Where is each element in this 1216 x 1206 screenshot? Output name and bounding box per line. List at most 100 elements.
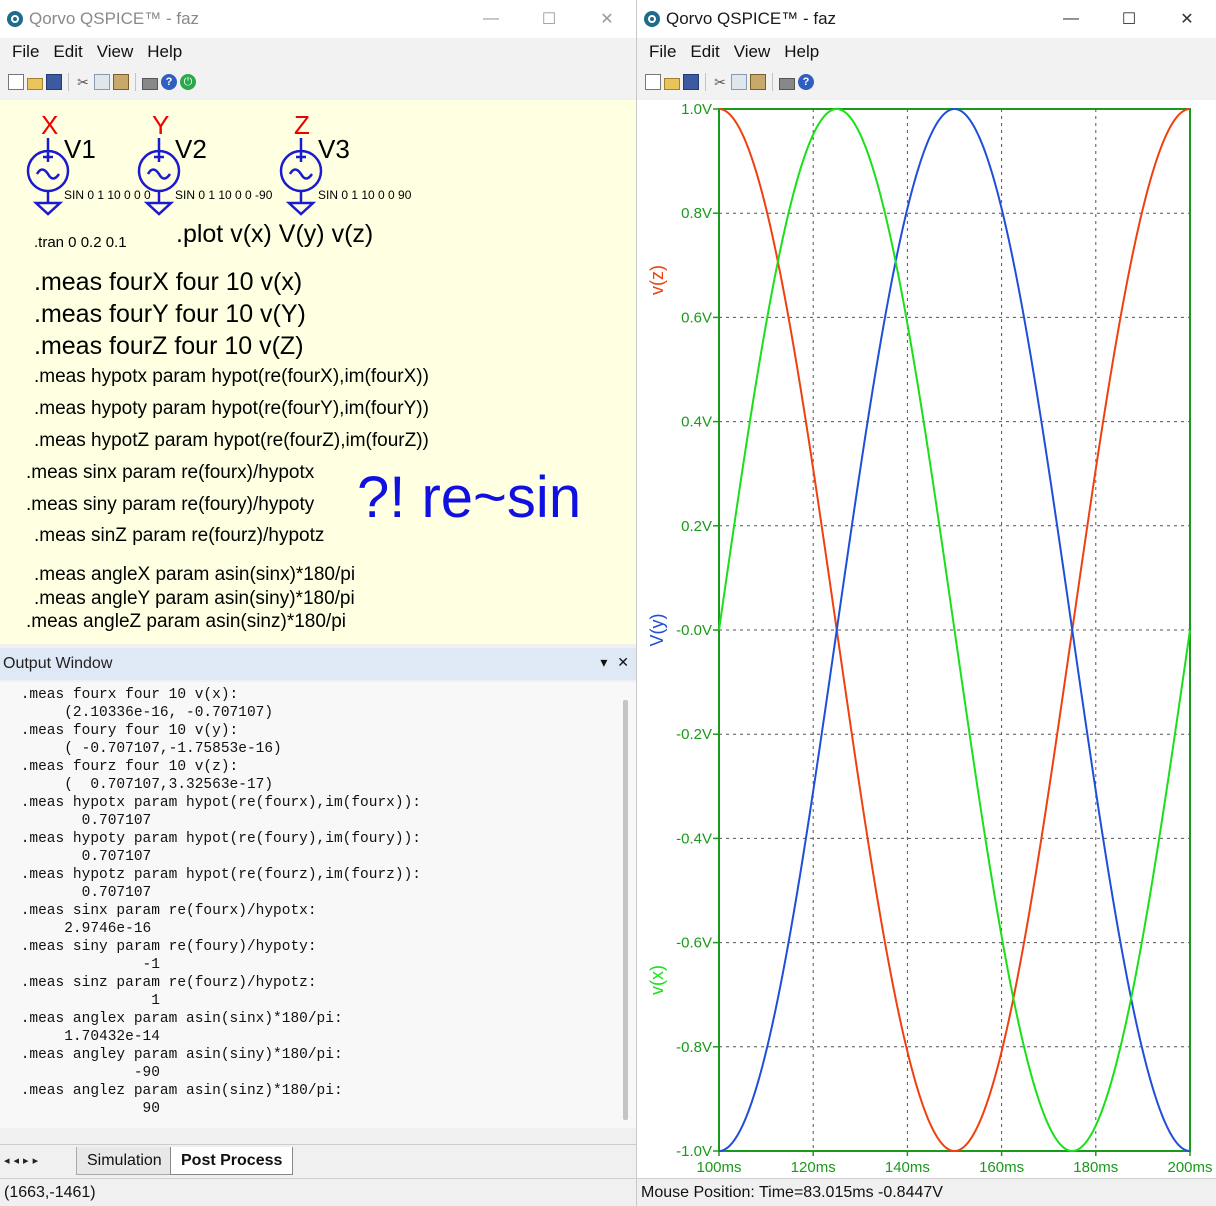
series-label: v(z) bbox=[647, 265, 667, 295]
cut-icon[interactable]: ✂ bbox=[75, 74, 91, 90]
y-tick-label: 0.8V bbox=[681, 205, 712, 222]
x-tick-label: 100ms bbox=[696, 1159, 741, 1176]
run-icon[interactable]: ⏻ bbox=[180, 74, 196, 90]
save-icon[interactable] bbox=[46, 74, 62, 90]
status-bar: (1663,-1461) bbox=[0, 1178, 636, 1206]
horizontal-scrollbar[interactable] bbox=[0, 1128, 636, 1142]
annotation-note[interactable]: ?! re~sin bbox=[357, 464, 581, 531]
print-icon[interactable] bbox=[779, 77, 795, 90]
minimize-button[interactable]: — bbox=[1042, 0, 1100, 38]
source-params-v2[interactable]: SIN 0 1 10 0 0 -90 bbox=[175, 188, 272, 202]
schematic-canvas[interactable]: X Y Z V1 V2 V3 SIN 0 1 10 0 0 0 SIN 0 1 … bbox=[0, 100, 636, 644]
menu-file[interactable]: File bbox=[637, 42, 683, 62]
qspice-logo-icon bbox=[644, 11, 660, 27]
paste-icon[interactable] bbox=[750, 74, 766, 90]
y-tick-label: -0.2V bbox=[676, 726, 712, 743]
source-params-v3[interactable]: SIN 0 1 10 0 0 90 bbox=[318, 188, 411, 202]
meas-hypotx[interactable]: .meas hypotx param hypot(re(fourX),im(fo… bbox=[34, 366, 429, 388]
vertical-scrollbar[interactable] bbox=[623, 700, 628, 1120]
series-label: V(y) bbox=[647, 614, 667, 647]
x-tick-label: 120ms bbox=[791, 1159, 836, 1176]
output-window-controls: ▾ ✕ bbox=[600, 654, 629, 671]
source-params-v1[interactable]: SIN 0 1 10 0 0 0 bbox=[64, 188, 151, 202]
voltage-sources bbox=[26, 138, 323, 216]
window-title: Qorvo QSPICE™ - faz bbox=[29, 9, 200, 28]
output-window-header: Output Window ▾ ✕ bbox=[0, 648, 636, 680]
menu-bar: File Edit View Help bbox=[0, 38, 636, 66]
x-tick-label: 140ms bbox=[885, 1159, 930, 1176]
y-tick-label: -0.6V bbox=[676, 935, 712, 952]
meas-angley[interactable]: .meas angleY param asin(siny)*180/pi bbox=[34, 588, 355, 610]
menu-file[interactable]: File bbox=[0, 42, 46, 62]
meas-foury[interactable]: .meas fourY four 10 v(Y) bbox=[34, 300, 306, 329]
title-bar[interactable]: Qorvo QSPICE™ - faz — ☐ ✕ bbox=[0, 0, 636, 38]
maximize-button[interactable]: ☐ bbox=[1100, 0, 1158, 38]
source-name-v2[interactable]: V2 bbox=[175, 134, 207, 165]
source-name-v1[interactable]: V1 bbox=[64, 134, 96, 165]
new-file-icon[interactable] bbox=[8, 74, 24, 90]
menu-edit[interactable]: Edit bbox=[46, 42, 89, 62]
tab-simulation[interactable]: Simulation bbox=[76, 1147, 173, 1175]
copy-icon[interactable] bbox=[731, 74, 747, 90]
meas-anglex[interactable]: .meas angleX param asin(sinx)*180/pi bbox=[34, 564, 355, 586]
meas-siny[interactable]: .meas siny param re(foury)/hypoty bbox=[26, 494, 314, 516]
menu-help[interactable]: Help bbox=[777, 42, 826, 62]
y-tick-label: -0.4V bbox=[676, 830, 712, 847]
menu-edit[interactable]: Edit bbox=[683, 42, 726, 62]
y-tick-label: 0.6V bbox=[681, 309, 712, 326]
meas-anglez[interactable]: .meas angleZ param asin(sinz)*180/pi bbox=[26, 611, 346, 633]
series-label: v(x) bbox=[647, 965, 667, 995]
new-file-icon[interactable] bbox=[645, 74, 661, 90]
paste-icon[interactable] bbox=[113, 74, 129, 90]
print-icon[interactable] bbox=[142, 77, 158, 90]
meas-hypoty[interactable]: .meas hypoty param hypot(re(fourY),im(fo… bbox=[34, 398, 429, 420]
net-label-z[interactable]: Z bbox=[294, 110, 310, 141]
menu-view[interactable]: View bbox=[90, 42, 141, 62]
save-icon[interactable] bbox=[683, 74, 699, 90]
toolbar: ✂ ? ⏻ bbox=[0, 66, 636, 98]
net-label-y[interactable]: Y bbox=[152, 110, 169, 141]
window-title: Qorvo QSPICE™ - faz bbox=[666, 9, 837, 28]
waveform-plot[interactable]: 1.0V 0.8V 0.6V 0.4V 0.2V -0.0V -0.2V -0.4V -0.6V… bbox=[637, 100, 1216, 1178]
meas-sinz[interactable]: .meas sinZ param re(fourz)/hypotz bbox=[34, 525, 324, 547]
qspice-logo-icon bbox=[7, 11, 23, 27]
open-folder-icon[interactable] bbox=[27, 77, 43, 90]
output-log: .meas fourx four 10 v(x): (2.10336e-16, … bbox=[20, 687, 421, 1117]
schematic-window: Qorvo QSPICE™ - faz — ☐ ✕ File Edit View… bbox=[0, 0, 637, 1206]
open-folder-icon[interactable] bbox=[664, 77, 680, 90]
tab-post-process[interactable]: Post Process bbox=[170, 1147, 294, 1175]
plot-directive[interactable]: .plot v(x) V(y) v(z) bbox=[176, 220, 373, 249]
tran-directive[interactable]: .tran 0 0.2 0.1 bbox=[34, 234, 127, 251]
close-icon[interactable]: ✕ bbox=[617, 654, 629, 670]
waveform-chart[interactable]: 1.0V 0.8V 0.6V 0.4V 0.2V -0.0V -0.2V -0.4V -0.6V… bbox=[637, 100, 1216, 1178]
y-tick-label: -0.0V bbox=[676, 622, 712, 639]
menu-help[interactable]: Help bbox=[140, 42, 189, 62]
x-tick-label: 200ms bbox=[1167, 1159, 1212, 1176]
y-tick-label: -1.0V bbox=[676, 1143, 712, 1160]
y-tick-label: 0.4V bbox=[681, 414, 712, 431]
help-icon[interactable]: ? bbox=[798, 74, 814, 90]
close-button[interactable]: ✕ bbox=[578, 0, 636, 38]
dropdown-icon[interactable]: ▾ bbox=[600, 654, 607, 670]
title-bar[interactable]: Qorvo QSPICE™ - faz — ☐ ✕ bbox=[637, 0, 1216, 38]
y-tick-label: 0.2V bbox=[681, 518, 712, 535]
copy-icon[interactable] bbox=[94, 74, 110, 90]
menu-bar: File Edit View Help bbox=[637, 38, 1216, 66]
meas-fourx[interactable]: .meas fourX four 10 v(x) bbox=[34, 268, 302, 297]
net-label-x[interactable]: X bbox=[41, 110, 58, 141]
cut-icon[interactable]: ✂ bbox=[712, 74, 728, 90]
meas-fourz[interactable]: .meas fourZ four 10 v(Z) bbox=[34, 332, 304, 361]
help-icon[interactable]: ? bbox=[161, 74, 177, 90]
output-window[interactable]: .meas fourx four 10 v(x): (2.10336e-16, … bbox=[0, 682, 636, 1142]
minimize-button[interactable]: — bbox=[462, 0, 520, 38]
meas-sinx[interactable]: .meas sinx param re(fourx)/hypotx bbox=[26, 462, 314, 484]
tab-navigation-arrows[interactable]: ◂◂▸▸ bbox=[4, 1154, 42, 1167]
y-tick-label: -0.8V bbox=[676, 1039, 712, 1056]
source-name-v3[interactable]: V3 bbox=[318, 134, 350, 165]
y-tick-label: 1.0V bbox=[681, 101, 712, 118]
close-button[interactable]: ✕ bbox=[1158, 0, 1216, 38]
meas-hypotz[interactable]: .meas hypotZ param hypot(re(fourZ),im(fo… bbox=[34, 430, 429, 452]
menu-view[interactable]: View bbox=[727, 42, 778, 62]
maximize-button[interactable]: ☐ bbox=[520, 0, 578, 38]
x-tick-label: 160ms bbox=[979, 1159, 1024, 1176]
